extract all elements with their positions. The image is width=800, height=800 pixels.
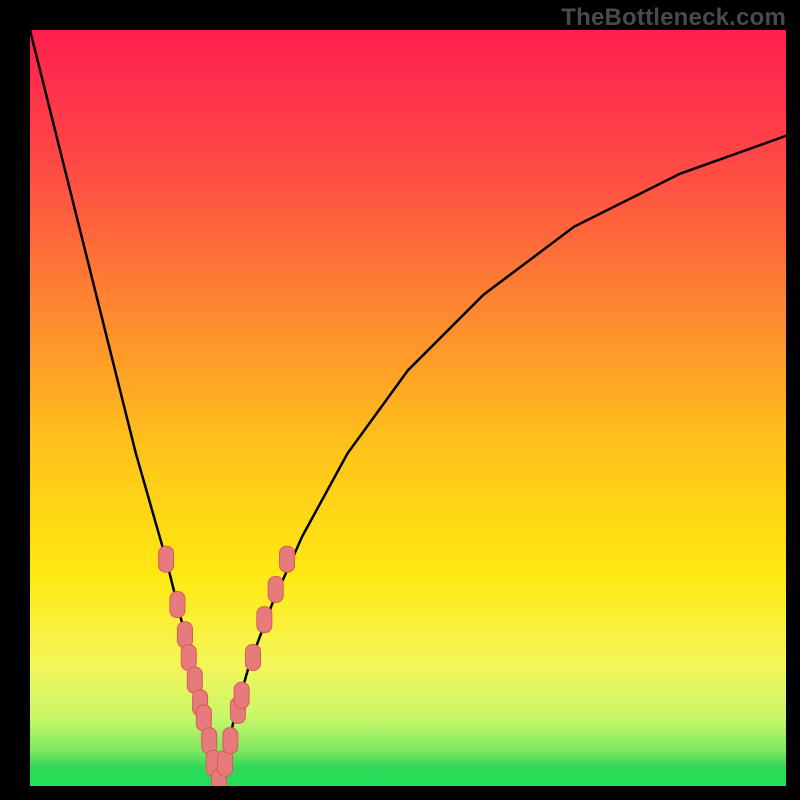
marker-point bbox=[234, 682, 249, 708]
marker-point bbox=[196, 705, 211, 731]
marker-point bbox=[246, 644, 261, 670]
marker-point bbox=[268, 576, 283, 602]
marker-point bbox=[159, 546, 174, 572]
marker-point bbox=[187, 667, 202, 693]
marker-point bbox=[218, 750, 233, 776]
marker-point bbox=[257, 607, 272, 633]
marker-point bbox=[177, 622, 192, 648]
marker-point bbox=[223, 728, 238, 754]
watermark-text: TheBottleneck.com bbox=[561, 4, 786, 32]
marker-point bbox=[280, 546, 295, 572]
valley-markers bbox=[159, 546, 295, 786]
marker-point bbox=[202, 728, 217, 754]
chart-frame: TheBottleneck.com bbox=[0, 0, 800, 800]
bottleneck-curve bbox=[30, 30, 786, 786]
marker-point bbox=[181, 644, 196, 670]
curve-layer bbox=[30, 30, 786, 786]
plot-area bbox=[30, 30, 786, 786]
marker-point bbox=[170, 592, 185, 618]
